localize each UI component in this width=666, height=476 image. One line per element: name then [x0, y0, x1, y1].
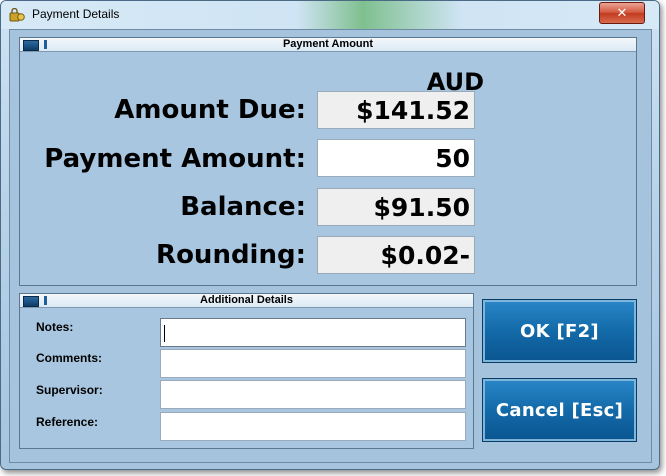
lock-coin-icon: [9, 8, 25, 22]
payment-amount-header: Payment Amount: [20, 38, 636, 52]
notes-label: Notes:: [36, 320, 74, 334]
rounding-value: $0.02-: [317, 236, 475, 274]
notes-input[interactable]: [160, 318, 466, 347]
balance-value: $91.50: [317, 188, 475, 226]
payment-amount-panel: Payment Amount AUD Amount Due: $141.52 P…: [19, 37, 637, 286]
payment-amount-label: Payment Amount:: [44, 144, 306, 174]
cancel-button[interactable]: Cancel [Esc]: [482, 378, 637, 442]
reference-label: Reference:: [36, 415, 99, 429]
close-button[interactable]: ✕: [599, 2, 645, 24]
rounding-label: Rounding:: [156, 240, 306, 270]
additional-details-panel: Additional Details Notes: Comments: Supe…: [19, 293, 474, 449]
panel-collapse-icon: [23, 296, 39, 307]
comments-input[interactable]: [160, 349, 466, 378]
ok-button[interactable]: OK [F2]: [482, 299, 637, 363]
supervisor-input[interactable]: [160, 380, 466, 409]
comments-label: Comments:: [36, 351, 103, 365]
panel-collapse-icon: [23, 40, 39, 51]
supervisor-label: Supervisor:: [36, 383, 103, 397]
additional-details-title: Additional Details: [200, 294, 293, 306]
reference-input[interactable]: [160, 412, 466, 441]
close-icon: ✕: [616, 5, 628, 21]
balance-label: Balance:: [180, 192, 306, 222]
title-bar[interactable]: Payment Details ✕: [1, 1, 659, 29]
amount-due-value: $141.52: [317, 91, 475, 129]
payment-amount-title: Payment Amount: [282, 38, 374, 50]
panel-divider-icon: [44, 40, 47, 49]
window-title: Payment Details: [32, 7, 120, 21]
payment-details-window: Payment Details ✕ Payment Amount AUD Amo…: [0, 0, 660, 470]
additional-details-header: Additional Details: [20, 294, 473, 308]
amount-due-label: Amount Due:: [114, 95, 306, 125]
payment-amount-input[interactable]: 50: [317, 139, 475, 177]
text-caret: [164, 325, 165, 342]
panel-divider-icon: [44, 296, 47, 305]
dialog-body: Payment Amount AUD Amount Due: $141.52 P…: [9, 29, 652, 463]
